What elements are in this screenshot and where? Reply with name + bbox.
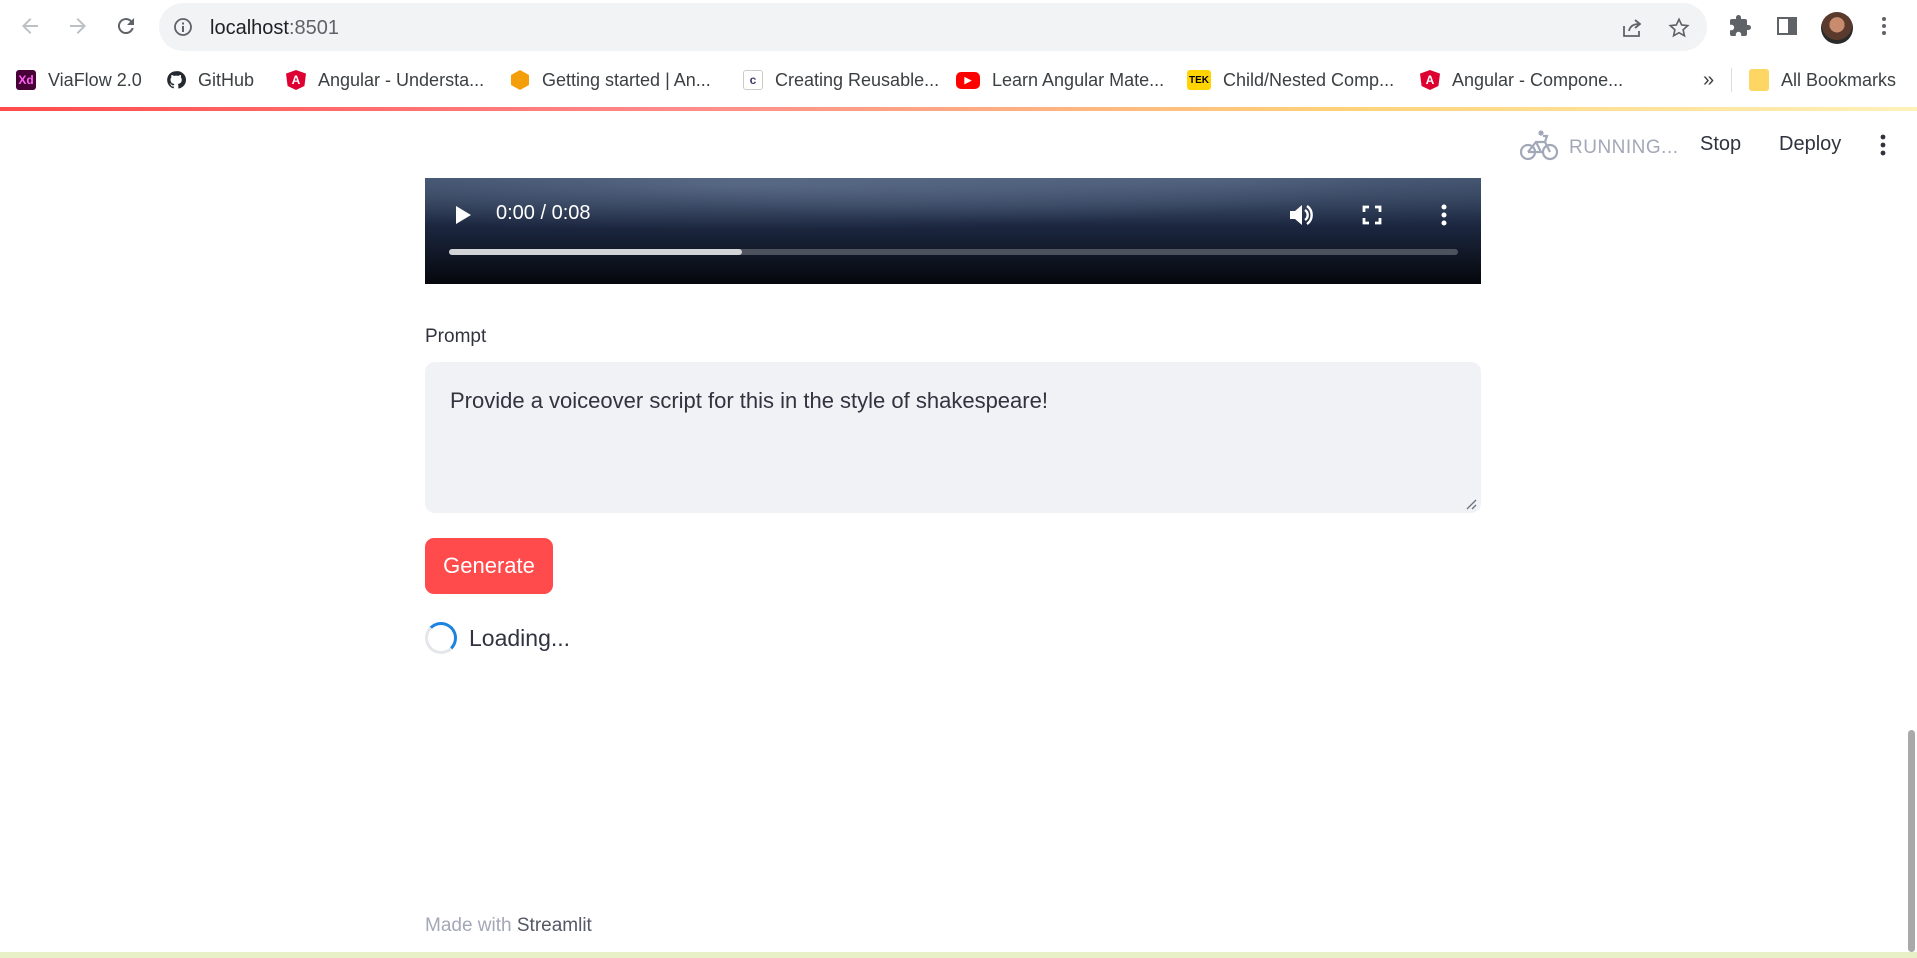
back-icon[interactable]: [16, 12, 44, 40]
bookmark-label: Angular - Compone...: [1452, 69, 1624, 90]
bookmarks-divider: [1731, 68, 1732, 92]
site-info-icon[interactable]: [173, 17, 193, 37]
bookmark-label: Creating Reusable...: [775, 69, 940, 90]
page-scrollbar[interactable]: [1908, 730, 1915, 952]
bookmarks-bar: Xd ViaFlow 2.0 GitHub A Angular - Unders…: [0, 60, 1917, 100]
chrome-menu-icon[interactable]: [1872, 14, 1896, 38]
url-host: localhost: [210, 17, 289, 39]
bookmark-angular-component[interactable]: A Angular - Compone...: [1420, 68, 1623, 92]
footer-prefix: Made with: [425, 915, 517, 936]
side-panel-icon[interactable]: [1775, 14, 1799, 38]
video-more-icon[interactable]: [1429, 200, 1459, 230]
running-indicator: RUNNING...: [1519, 128, 1679, 167]
stop-button[interactable]: Stop: [1700, 133, 1741, 156]
bookmark-viaflow[interactable]: Xd ViaFlow 2.0: [16, 68, 142, 92]
play-icon[interactable]: [447, 200, 477, 230]
folder-icon: [1749, 69, 1769, 91]
address-bar[interactable]: localhost:8501: [159, 3, 1707, 51]
running-status-bar: [0, 107, 1917, 111]
share-icon[interactable]: [1621, 17, 1643, 39]
github-icon: [166, 70, 186, 90]
bookmark-label: Child/Nested Comp...: [1223, 69, 1395, 90]
reload-icon[interactable]: [112, 12, 140, 40]
main-menu-icon[interactable]: [1871, 133, 1895, 162]
fullscreen-icon[interactable]: [1357, 200, 1387, 230]
profile-avatar[interactable]: [1821, 12, 1853, 44]
streamlit-link[interactable]: Streamlit: [517, 915, 592, 936]
bookmark-label: Getting started | An...: [542, 69, 711, 90]
all-bookmarks-button[interactable]: All Bookmarks: [1749, 68, 1896, 92]
bookmark-label: ViaFlow 2.0: [48, 69, 142, 90]
generate-button[interactable]: Generate: [425, 538, 553, 594]
bottom-strip: [0, 952, 1917, 958]
xd-icon: Xd: [16, 70, 36, 90]
tek-icon: TEK: [1187, 70, 1211, 90]
url-text: localhost:8501: [210, 17, 339, 40]
video-progress-track[interactable]: [449, 249, 1458, 255]
bookmark-angular-understand[interactable]: A Angular - Understa...: [286, 68, 484, 92]
video-player[interactable]: 0:00 / 0:08: [425, 178, 1481, 284]
extensions-icon[interactable]: [1728, 14, 1752, 38]
c-icon: c: [743, 70, 763, 90]
bookmarks-overflow-button[interactable]: »: [1703, 68, 1714, 92]
forward-icon[interactable]: [64, 12, 92, 40]
resize-handle-icon[interactable]: [1465, 497, 1477, 510]
bookmark-child-nested[interactable]: TEK Child/Nested Comp...: [1187, 68, 1394, 92]
footer: Made with Streamlit: [425, 915, 592, 937]
prompt-textarea[interactable]: [425, 362, 1481, 513]
bicycle-icon: [1519, 128, 1559, 167]
angular-icon: A: [1420, 70, 1440, 90]
volume-icon[interactable]: [1285, 200, 1315, 230]
prompt-label: Prompt: [425, 326, 487, 347]
running-status-text: RUNNING...: [1569, 136, 1679, 158]
bookmark-getting-started[interactable]: Getting started | An...: [510, 68, 711, 92]
url-port: :8501: [288, 17, 339, 39]
loading-text: Loading...: [469, 625, 571, 651]
bookmark-label: GitHub: [198, 69, 255, 90]
bookmark-label: Learn Angular Mate...: [992, 69, 1165, 90]
hexagon-icon: [511, 70, 529, 90]
bookmark-github[interactable]: GitHub: [166, 68, 254, 92]
bookmark-star-icon[interactable]: [1668, 17, 1690, 39]
youtube-icon: ▶: [956, 71, 980, 89]
bookmark-label: Angular - Understa...: [318, 69, 485, 90]
deploy-button[interactable]: Deploy: [1779, 133, 1841, 156]
bookmark-learn-angular[interactable]: ▶ Learn Angular Mate...: [956, 68, 1164, 92]
all-bookmarks-label: All Bookmarks: [1781, 69, 1897, 90]
video-progress-buffered: [449, 249, 742, 255]
angular-icon: A: [286, 70, 306, 90]
bookmark-creating-reusable[interactable]: c Creating Reusable...: [743, 68, 939, 92]
video-time: 0:00 / 0:08: [496, 202, 591, 224]
loading-spinner-icon: [425, 622, 457, 654]
browser-toolbar: localhost:8501: [0, 0, 1917, 56]
